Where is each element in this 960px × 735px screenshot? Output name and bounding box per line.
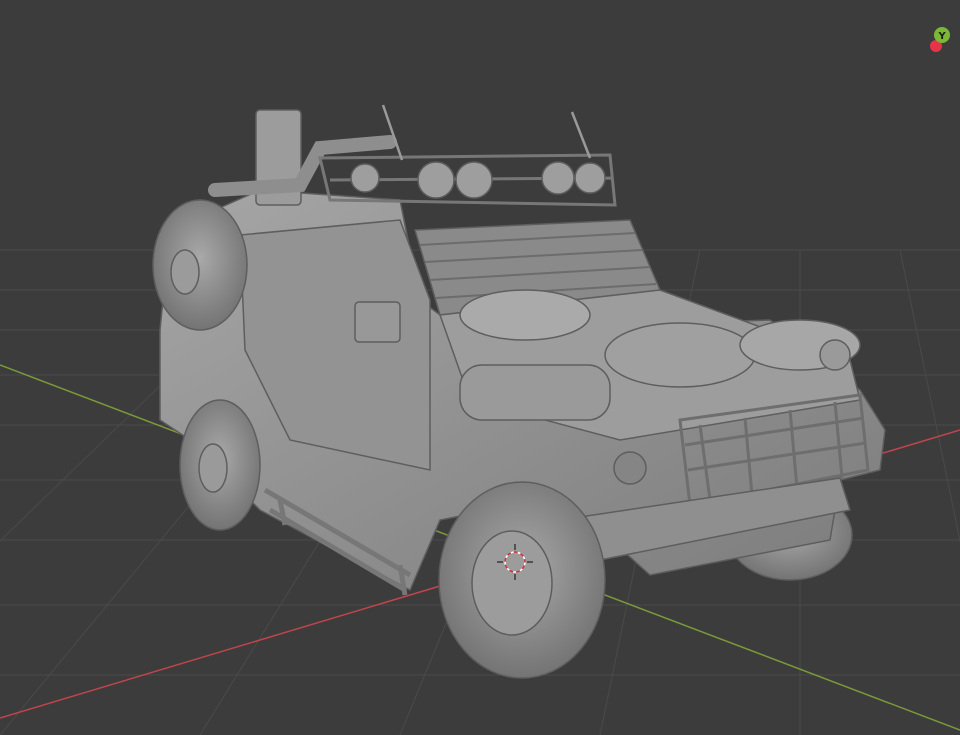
antenna-right [570,111,592,159]
antenna-left [381,104,404,161]
3d-viewport[interactable]: Y [0,0,960,735]
rear-spare-tire [152,199,248,331]
navigation-gizmo[interactable]: Y [920,22,960,62]
viewport-scene[interactable] [0,0,960,735]
front-light [819,339,851,371]
hood-spare-tire [604,322,756,388]
front-tank [459,364,611,421]
front-wheel-hub [471,530,553,636]
side-mirror [354,301,401,343]
gizmo-y-label: Y [938,31,947,42]
vehicle-model[interactable] [152,104,886,679]
headlight [613,451,647,485]
rear-spare-hub [170,249,200,295]
rear-wheel-hub [198,443,228,493]
hood-roll-left [459,289,591,341]
